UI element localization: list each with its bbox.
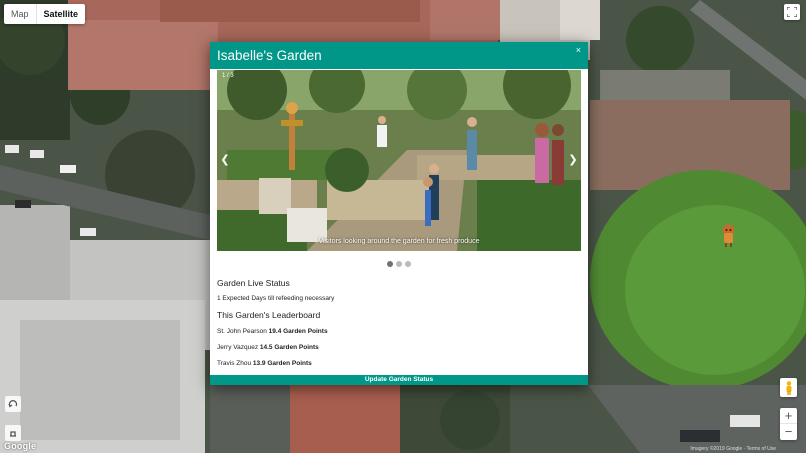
map-type-control: Map Satellite <box>4 4 86 24</box>
leader-points: 13.9 Garden Points <box>252 360 312 367</box>
map-terms[interactable]: Imagery ©2019 Google · Terms of Use <box>690 446 776 452</box>
update-garden-status-button[interactable]: Update Garden Status <box>210 375 588 385</box>
zoom-in-button[interactable]: + <box>780 408 797 424</box>
map-type-map[interactable]: Map <box>4 4 36 24</box>
zoom-control: + − <box>780 408 797 440</box>
carousel-dots <box>210 261 588 267</box>
rotate-button[interactable] <box>5 396 21 412</box>
zoom-out-button[interactable]: − <box>780 424 797 440</box>
garden-modal: Isabelle's Garden × 1 / 3 ❮ ❯ Visitors l… <box>210 42 588 385</box>
chevron-right-icon[interactable]: ❯ <box>568 154 578 166</box>
map-type-satellite[interactable]: Satellite <box>35 4 86 24</box>
street-view-button[interactable] <box>780 378 797 397</box>
status-heading: Garden Live Status <box>217 278 290 288</box>
fullscreen-button[interactable] <box>784 4 800 20</box>
leaderboard-row: St. John Pearson 19.4 Garden Points <box>217 328 328 344</box>
leader-points: 19.4 Garden Points <box>268 328 328 335</box>
close-icon[interactable]: × <box>576 45 581 55</box>
carousel-caption: Visitors looking around the garden for f… <box>318 238 480 245</box>
garden-marker-icon[interactable] <box>722 224 735 248</box>
slide-counter: 1 / 3 <box>222 73 234 79</box>
fullscreen-icon <box>787 7 797 17</box>
leader-name: Jerry Vazquez <box>217 344 260 351</box>
rotate-icon <box>8 400 18 408</box>
modal-header: Isabelle's Garden × <box>210 42 588 69</box>
leaderboard-heading: This Garden's Leaderboard <box>217 310 321 320</box>
pegman-icon <box>786 380 791 395</box>
modal-title: Isabelle's Garden <box>217 48 322 63</box>
leader-name: Travis Zhou <box>217 360 253 367</box>
photo-carousel[interactable]: 1 / 3 ❮ ❯ Visitors looking around the ga… <box>217 70 581 251</box>
garden-photo <box>217 70 581 251</box>
carousel-dot-1[interactable] <box>387 261 393 267</box>
leaderboard-row: Travis Zhou 13.9 Garden Points <box>217 360 328 376</box>
carousel-dot-3[interactable] <box>405 261 411 267</box>
chevron-left-icon[interactable]: ❮ <box>220 154 230 166</box>
leaderboard-row: Jerry Vazquez 14.5 Garden Points <box>217 344 328 360</box>
carousel-dot-2[interactable] <box>396 261 402 267</box>
leader-points: 14.5 Garden Points <box>259 344 319 351</box>
leaderboard: St. John Pearson 19.4 Garden Points Jerr… <box>217 328 328 376</box>
status-text: 1 Expected Days till refeeding necessary <box>217 295 335 302</box>
tilt-icon <box>10 431 16 437</box>
tilt-button[interactable] <box>5 425 21 441</box>
google-logo: Google <box>4 441 37 451</box>
leader-name: St. John Pearson <box>217 328 269 335</box>
